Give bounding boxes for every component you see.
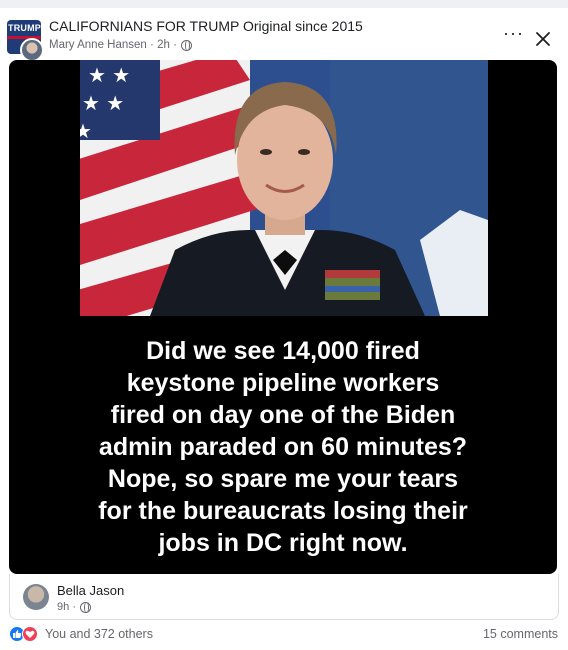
comments-count-link[interactable]: 15 comments	[483, 627, 558, 641]
caption-line: admin paraded on 60 minutes?	[98, 433, 468, 461]
officer-photo: ★ ★ ★ ★ ★	[80, 60, 488, 316]
svg-text:★ ★: ★ ★	[82, 91, 124, 115]
author-name-link[interactable]: Mary Anne Hansen	[49, 39, 147, 51]
comment-separator: ·	[72, 601, 76, 614]
reactions-summary[interactable]: You and 372 others	[45, 627, 153, 641]
commenter-name-link[interactable]: Bella Jason	[57, 583, 124, 598]
svg-text:★: ★	[80, 119, 92, 143]
post-header: TRUMP CALIFORNIANS FOR TRUMP Original si…	[0, 8, 568, 62]
caption-line: for the bureaucrats losing their	[98, 497, 468, 525]
comment-meta: 9h ·	[57, 601, 92, 614]
more-options-icon[interactable]: ···	[503, 24, 524, 42]
meta-separator: ·	[150, 39, 154, 51]
top-strip	[0, 0, 568, 8]
caption-line: Did we see 14,000 fired	[146, 337, 420, 365]
commenter-avatar[interactable]	[23, 584, 49, 610]
shared-by-card: Bella Jason 9h ·	[9, 574, 559, 620]
svg-text:★ ★: ★ ★	[88, 63, 130, 87]
globe-icon	[181, 39, 193, 51]
group-name-link[interactable]: CALIFORNIANS FOR TRUMP Original since 20…	[49, 18, 363, 34]
comment-time-link[interactable]: 9h	[57, 601, 69, 613]
post-meta: Mary Anne Hansen · 2h ·	[49, 39, 193, 51]
post-time-link[interactable]: 2h	[157, 39, 170, 51]
caption-line: Nope, so spare me your tears	[107, 465, 459, 493]
reaction-icons[interactable]	[9, 626, 43, 642]
post-caption: Did we see 14,000 fired keystone pipelin…	[9, 335, 557, 559]
globe-icon	[80, 601, 92, 613]
post-image[interactable]: ★ ★ ★ ★ ★ Did we see 14,000 fired keysto…	[9, 60, 557, 574]
caption-line: fired on day one of the Biden	[110, 401, 456, 429]
group-logo-text: TRUMP	[8, 23, 41, 33]
love-reaction-icon	[22, 626, 38, 642]
caption-line: keystone pipeline workers	[126, 369, 440, 397]
author-avatar[interactable]	[20, 38, 44, 62]
meta-separator-2: ·	[173, 39, 177, 51]
post-footer: You and 372 others 15 comments	[0, 622, 568, 650]
close-icon[interactable]	[534, 30, 552, 48]
caption-line: jobs in DC right now.	[158, 529, 408, 557]
